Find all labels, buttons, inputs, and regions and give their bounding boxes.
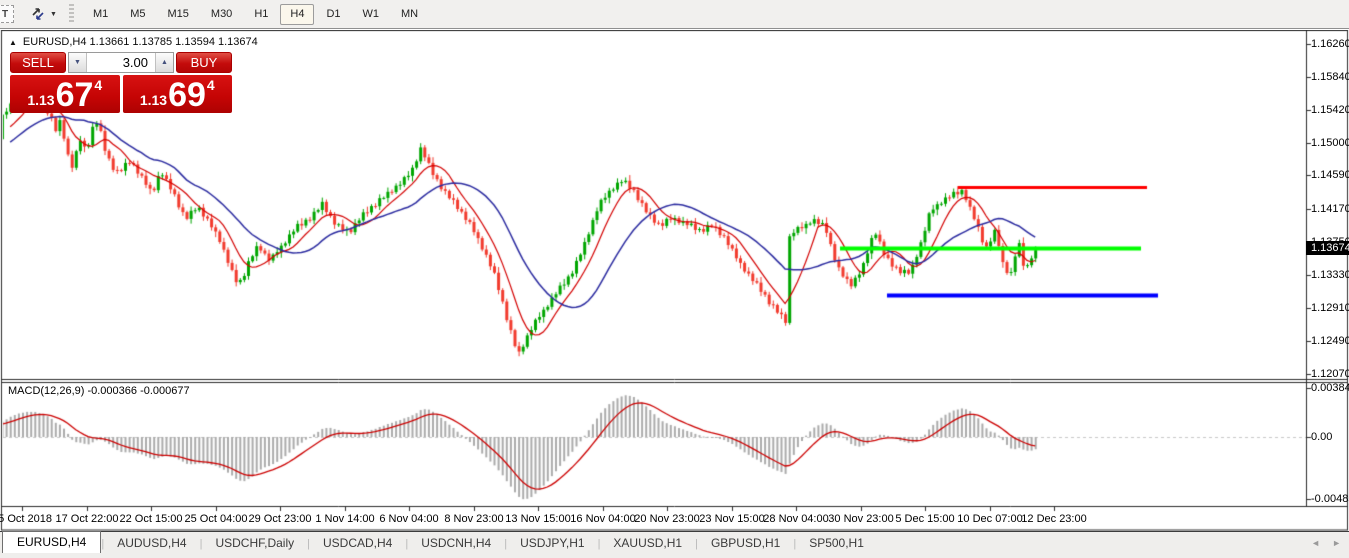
time-tick-label: 10 Dec 07:00 [957, 513, 1023, 525]
timeframe-toolbar: T ▼ M1 M5 M15 M30 H1 H4 D1 W1 MN [0, 0, 1349, 29]
chart-title: ▲ EURUSD,H4 1.13661 1.13785 1.13594 1.13… [9, 36, 258, 48]
time-tick-label: 30 Nov 23:00 [828, 513, 894, 525]
sell-price-base: 1.13 [27, 92, 55, 108]
timeframe-button-d1[interactable]: D1 [316, 4, 350, 25]
tab-sp500-h1[interactable]: SP500,H1 [796, 534, 877, 553]
sell-price-point: 4 [94, 77, 103, 93]
time-tick-label: 1 Nov 14:00 [315, 513, 375, 525]
tab-usdchf-daily[interactable]: USDCHF,Daily [202, 534, 307, 553]
timeframe-buttons: M1 M5 M15 M30 H1 H4 D1 W1 MN [82, 3, 429, 25]
time-tick-label: 5 Dec 15:00 [895, 513, 955, 525]
time-tick-label: 22 Oct 15:00 [119, 513, 183, 525]
timeframe-button-mn[interactable]: MN [391, 4, 428, 25]
timeframe-button-w1[interactable]: W1 [353, 4, 390, 25]
buy-price-pips: 69 [168, 76, 206, 114]
dropdown-caret-icon[interactable]: ▼ [50, 11, 57, 18]
time-tick-label: 6 Nov 04:00 [379, 513, 439, 525]
time-tick-label: 8 Nov 23:00 [444, 513, 504, 525]
price-tick-label: 1.14170 [1311, 202, 1349, 215]
mt4-terminal: T ▼ M1 M5 M15 M30 H1 H4 D1 W1 MN ▲ EURUSD,H4 1.1… [0, 0, 1349, 558]
sell-price-pips: 67 [55, 76, 94, 114]
price-tick-label: 1.14590 [1311, 169, 1349, 182]
macd-scale-label: 0.00 [1311, 431, 1333, 443]
tab-usdjpy-h1[interactable]: USDJPY,H1 [507, 534, 597, 553]
current-price-tag: 1.13674 [1306, 240, 1349, 255]
price-tick-label: 1.12910 [1311, 301, 1349, 314]
timeframe-button-m1[interactable]: M1 [83, 4, 118, 25]
time-tick-label: 16 Nov 04:00 [570, 513, 636, 525]
time-tick-label: 20 Nov 23:00 [634, 513, 700, 525]
timeframe-button-h4[interactable]: H4 [280, 3, 315, 25]
price-tick-label: 1.15000 [1311, 137, 1349, 150]
price-tick-label: 1.12490 [1311, 334, 1349, 347]
timeframe-button-m30[interactable]: M30 [201, 4, 242, 25]
buy-price-tile[interactable]: 1.13 69 4 [122, 75, 232, 114]
volume-input[interactable] [87, 53, 155, 72]
sell-button[interactable]: SELL [10, 52, 66, 73]
time-tick-label: 12 Dec 23:00 [1021, 513, 1087, 525]
price-tick-label: 1.15840 [1311, 71, 1349, 84]
toolbar-grip[interactable] [68, 4, 74, 24]
time-tick-label: 28 Nov 04:00 [763, 513, 829, 525]
buy-button[interactable]: BUY [176, 52, 232, 73]
timeframe-button-m15[interactable]: M15 [158, 4, 199, 25]
time-tick-label: 13 Nov 15:00 [505, 513, 571, 525]
time-tick-label: 29 Oct 23:00 [248, 513, 312, 525]
tab-usdcnh-h4[interactable]: USDCNH,H4 [408, 534, 504, 553]
timeframe-button-m5[interactable]: M5 [120, 4, 155, 25]
tab-xauusd-h1[interactable]: XAUUSD,H1 [600, 534, 695, 553]
sell-price-tile[interactable]: 1.13 67 4 [10, 75, 120, 113]
tab-usdcad-h4[interactable]: USDCAD,H4 [310, 534, 405, 553]
time-tick-label: 15 Oct 2018 [0, 513, 52, 525]
chart-tab-bar: EURUSD,H4 | AUDUSD,H4 | USDCHF,Daily | USDCAD,… [0, 531, 1349, 558]
tick-arrows-icon[interactable] [28, 5, 48, 23]
tab-scroll-arrows: ◄ ► [1311, 538, 1341, 548]
tab-gbpusd-h1[interactable]: GBPUSD,H1 [698, 534, 793, 553]
volume-decrease-button[interactable]: ▼ [69, 53, 87, 72]
tab-scroll-right-icon[interactable]: ► [1332, 538, 1341, 548]
cursor-tool-icon[interactable]: T [0, 5, 14, 23]
buy-price-base: 1.13 [139, 92, 168, 108]
chart-title-text: EURUSD,H4 1.13661 1.13785 1.13594 1.1367… [22, 36, 258, 48]
price-tick-label: 1.16260 [1311, 38, 1349, 50]
macd-scale-label: 0.003847 [1311, 381, 1349, 394]
tab-audusd-h4[interactable]: AUDUSD,H4 [104, 534, 199, 553]
tab-eurusd-h4[interactable]: EURUSD,H4 [2, 531, 102, 553]
volume-stepper: ▼ ▲ [68, 52, 174, 73]
chart-tabs: EURUSD,H4 | AUDUSD,H4 | USDCHF,Daily | USDCAD,… [0, 531, 1349, 553]
buy-price-point: 4 [206, 77, 215, 93]
price-tick-label: 1.13330 [1311, 268, 1349, 281]
timeframe-button-h1[interactable]: H1 [244, 4, 278, 25]
window-marker-icon: ▲ [9, 37, 17, 47]
time-tick-label: 17 Oct 22:00 [55, 513, 119, 525]
price-tick-label: 1.12070 [1311, 367, 1349, 380]
price-tick-label: 1.15420 [1311, 104, 1349, 117]
one-click-trading-panel: SELL ▼ ▲ BUY 1.13 67 4 1.13 69 4 [10, 52, 232, 113]
chart-window: ▲ EURUSD,H4 1.13661 1.13785 1.13594 1.13… [0, 30, 1349, 531]
macd-indicator-label: MACD(12,26,9) -0.000366 -0.000677 [8, 385, 190, 397]
macd-scale-label: -0.004856 [1311, 493, 1349, 506]
time-tick-label: 25 Oct 04:00 [184, 513, 248, 525]
volume-increase-button[interactable]: ▲ [155, 53, 173, 72]
tab-scroll-left-icon[interactable]: ◄ [1311, 538, 1320, 548]
time-tick-label: 23 Nov 15:00 [699, 513, 765, 525]
